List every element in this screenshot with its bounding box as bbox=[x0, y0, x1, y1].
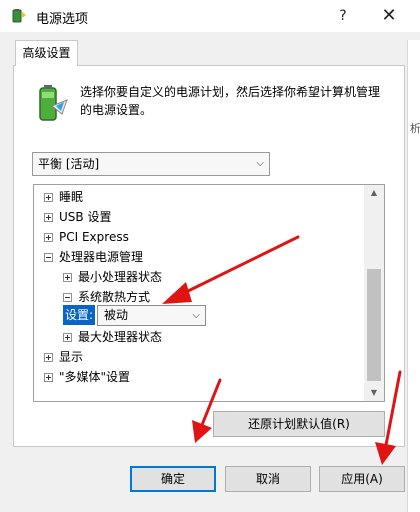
tree-item-min-processor-state[interactable]: 最小处理器状态 bbox=[34, 267, 364, 287]
apply-button[interactable]: 应用(A) bbox=[319, 466, 405, 492]
power-plan-value: 平衡 [活动] bbox=[38, 157, 100, 171]
setting-label: 设置: bbox=[63, 305, 96, 325]
chevron-down-icon: ⌵ bbox=[256, 158, 264, 169]
power-app-icon bbox=[12, 9, 26, 23]
expand-plus-icon[interactable] bbox=[63, 273, 72, 282]
settings-tree[interactable]: 睡眠 USB 设置 PCI Express 处理器电源管理 最小处理器状态 系统… bbox=[33, 184, 385, 402]
tree-item-processor-power[interactable]: 处理器电源管理 bbox=[34, 247, 364, 267]
tree-item-max-processor-state[interactable]: 最大处理器状态 bbox=[34, 327, 364, 347]
ok-button[interactable]: 确定 bbox=[130, 466, 216, 492]
tree-item-pci-express[interactable]: PCI Express bbox=[34, 227, 364, 247]
tree-item-usb[interactable]: USB 设置 bbox=[34, 207, 364, 227]
restore-defaults-button[interactable]: 还原计划默认值(R) bbox=[213, 411, 385, 437]
background-window-strip: 析 bbox=[407, 40, 420, 512]
tree-item-sleep[interactable]: 睡眠 bbox=[34, 187, 364, 207]
power-plan-select[interactable]: 平衡 [活动] ⌵ bbox=[32, 152, 270, 176]
tree-item-cooling-policy[interactable]: 系统散热方式 bbox=[34, 287, 364, 307]
collapse-minus-icon[interactable] bbox=[63, 293, 72, 302]
scrollbar-thumb[interactable] bbox=[367, 269, 381, 381]
close-button[interactable]: ✕ bbox=[366, 0, 412, 32]
expand-plus-icon[interactable] bbox=[44, 213, 53, 222]
window-title: 电源选项 bbox=[36, 12, 89, 27]
scroll-down-icon[interactable]: ▼ bbox=[364, 385, 384, 401]
tree-item-display[interactable]: 显示 bbox=[34, 347, 364, 367]
battery-icon bbox=[39, 85, 68, 121]
background-glyph: 析 bbox=[410, 122, 420, 135]
scroll-up-icon[interactable]: ▲ bbox=[364, 185, 384, 201]
help-button[interactable]: ? bbox=[320, 0, 366, 32]
cooling-policy-select[interactable]: 被动 ⌵ bbox=[97, 305, 206, 326]
description-text: 选择你要自定义的电源计划，然后选择你希望计算机管理的电源设置。 bbox=[80, 85, 381, 117]
tree-item-multimedia[interactable]: "多媒体"设置 bbox=[34, 367, 364, 387]
expand-plus-icon[interactable] bbox=[63, 333, 72, 342]
expand-plus-icon[interactable] bbox=[44, 233, 53, 242]
expand-plus-icon[interactable] bbox=[44, 193, 53, 202]
expand-plus-icon[interactable] bbox=[44, 353, 53, 362]
tab-advanced-settings[interactable]: 高级设置 bbox=[15, 40, 78, 66]
title-bar: 电源选项 ? ✕ bbox=[0, 0, 420, 32]
cooling-policy-value: 被动 bbox=[104, 308, 129, 322]
collapse-minus-icon[interactable] bbox=[44, 253, 53, 262]
tree-scrollbar[interactable]: ▲ ▼ bbox=[364, 185, 384, 401]
expand-plus-icon[interactable] bbox=[44, 373, 53, 382]
cancel-button[interactable]: 取消 bbox=[225, 466, 311, 492]
chevron-down-icon: ⌵ bbox=[192, 310, 200, 321]
power-options-window: 析 电源选项 ? ✕ 高级设置 选择你要自定义的电源计划，然后选择你希望计算机管… bbox=[0, 0, 420, 512]
